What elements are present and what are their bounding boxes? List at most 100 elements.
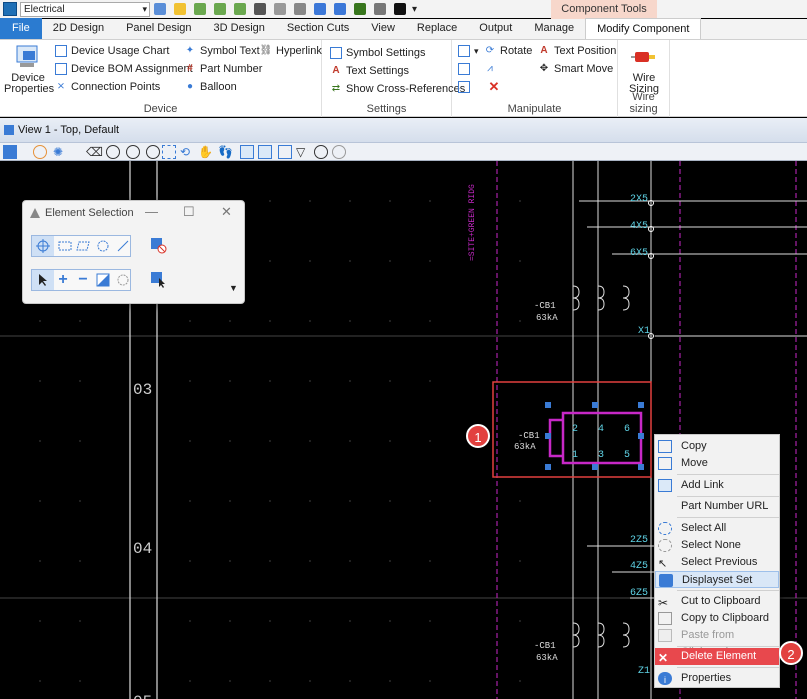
- clip-mask-icon[interactable]: ▽: [296, 145, 310, 159]
- display-style-icon[interactable]: [33, 145, 47, 159]
- view-attributes-icon[interactable]: [3, 145, 17, 159]
- menu-item-select-previous[interactable]: ↖ Select Previous: [655, 554, 779, 571]
- qat-more-icon[interactable]: ▾: [412, 4, 417, 15]
- subtract-selection-icon[interactable]: −: [72, 270, 94, 290]
- dialog-expand-icon[interactable]: ▼: [229, 283, 238, 293]
- select-cursor-icon[interactable]: [394, 3, 406, 15]
- menu-item-add-link[interactable]: Add Link: [655, 477, 779, 494]
- tab-2d-design[interactable]: 2D Design: [42, 18, 115, 39]
- part-number-button[interactable]: # Part Number: [184, 61, 262, 77]
- menu-item-paste-from-clipboard[interactable]: Paste from Clipboard: [655, 627, 779, 658]
- menu-item-delete-element[interactable]: ✕ Delete Element: [655, 648, 779, 665]
- walk-icon[interactable]: 👣: [218, 145, 233, 159]
- clear-mode-icon[interactable]: [112, 270, 134, 290]
- tab-manage[interactable]: Manage: [523, 18, 585, 39]
- link-icon: ⛓: [259, 45, 273, 56]
- quick-access-toolbar: Electrical ▾: [0, 0, 807, 18]
- new-sheet-icon[interactable]: [234, 3, 246, 15]
- save-icon[interactable]: [254, 3, 266, 15]
- tab-file[interactable]: File: [0, 18, 42, 39]
- smart-move-button[interactable]: ✥ Smart Move: [538, 61, 614, 77]
- breaker-pin-6: 6: [624, 424, 630, 435]
- menu-item-part-number-url[interactable]: Part Number URL: [655, 498, 779, 515]
- move-button[interactable]: [458, 61, 474, 77]
- mirror-button[interactable]: ▾: [458, 43, 479, 59]
- menu-item-properties[interactable]: i Properties: [655, 670, 779, 687]
- dialog-title: Element Selection: [45, 207, 134, 219]
- hyperlink-button[interactable]: ⛓ Hyperlink: [260, 43, 322, 59]
- broom-icon[interactable]: ⌫: [86, 145, 103, 159]
- previous-view-icon[interactable]: [240, 145, 254, 159]
- lighting-icon[interactable]: ✺: [53, 145, 67, 159]
- next-view-icon[interactable]: [258, 145, 272, 159]
- menu-item-copy[interactable]: Copy: [655, 438, 779, 455]
- flip-button[interactable]: ⩘: [484, 61, 500, 77]
- breaker-top-rating: 63kA: [536, 313, 558, 323]
- fit-view-icon[interactable]: [162, 145, 176, 159]
- print-preview-icon[interactable]: [374, 3, 386, 15]
- connection-points-button[interactable]: ⨯ Connection Points: [55, 79, 160, 95]
- zoom-in-icon[interactable]: [106, 145, 120, 159]
- tab-output[interactable]: Output: [468, 18, 523, 39]
- text-settings-button[interactable]: A Text Settings: [330, 63, 409, 79]
- tab-section-cuts[interactable]: Section Cuts: [276, 18, 360, 39]
- tab-view[interactable]: View: [360, 18, 406, 39]
- minimize-icon[interactable]: —: [145, 204, 158, 219]
- clip-volume-icon[interactable]: [278, 145, 292, 159]
- maximize-icon[interactable]: ☐: [183, 204, 195, 220]
- align-button[interactable]: [458, 79, 474, 95]
- rotate-view-icon[interactable]: ⟲: [180, 145, 194, 159]
- new-drawing-icon[interactable]: [214, 3, 226, 15]
- symbol-text-button[interactable]: ✦ Symbol Text: [184, 43, 260, 59]
- text-position-button[interactable]: A Text Position: [538, 43, 616, 59]
- menu-item-select-none[interactable]: Select None: [655, 537, 779, 554]
- select-all-icon: [658, 522, 672, 535]
- menu-item-copy-to-clipboard[interactable]: Copy to Clipboard: [655, 610, 779, 627]
- print-icon[interactable]: [294, 3, 306, 15]
- symbol-settings-button[interactable]: Symbol Settings: [330, 45, 425, 61]
- group-manipulate: ▾ ⟳ Rotate ⩘ ✕ A Text Position ✥ Smart Move…: [452, 40, 618, 117]
- pan-icon[interactable]: ✋: [198, 145, 213, 159]
- terminal-4z5: 4Z5: [630, 561, 648, 572]
- invert-selection-icon[interactable]: [92, 270, 114, 290]
- line-select-icon[interactable]: [112, 236, 134, 256]
- zoom-out-icon[interactable]: [126, 145, 140, 159]
- device-bom-assignment-button[interactable]: Device BOM Assignment: [55, 61, 193, 77]
- tab-panel-design[interactable]: Panel Design: [115, 18, 202, 39]
- menu-item-displayset-set[interactable]: Displayset Set: [655, 571, 779, 588]
- menu-item-move[interactable]: Move: [655, 455, 779, 472]
- menu-item-cut-to-clipboard[interactable]: ✂ Cut to Clipboard: [655, 593, 779, 610]
- individual-select-icon[interactable]: [32, 236, 54, 256]
- add-selection-icon[interactable]: +: [52, 270, 74, 290]
- delete-button[interactable]: ✕: [488, 79, 504, 95]
- redo-icon[interactable]: [334, 3, 346, 15]
- delete-x-icon: ✕: [488, 79, 500, 94]
- saved-view-icon[interactable]: [332, 145, 346, 159]
- new-icon[interactable]: [194, 3, 206, 15]
- clear-selection-icon[interactable]: [147, 235, 169, 255]
- model-icon[interactable]: [154, 3, 166, 15]
- balloon-button[interactable]: ● Balloon: [184, 79, 237, 95]
- undo-icon[interactable]: [314, 3, 326, 15]
- wire-sizing-button[interactable]: Wire Sizing: [620, 44, 668, 95]
- device-usage-chart-button[interactable]: Device Usage Chart: [55, 43, 169, 59]
- save-as-icon[interactable]: [274, 3, 286, 15]
- workspace-combo[interactable]: Electrical: [20, 1, 150, 17]
- new-selection-icon[interactable]: [32, 270, 54, 290]
- tab-modify-component[interactable]: Modify Component: [585, 18, 702, 39]
- tab-replace[interactable]: Replace: [406, 18, 468, 39]
- mirror-dropdown-icon[interactable]: ▾: [474, 46, 479, 57]
- shape-select-icon[interactable]: [72, 236, 94, 256]
- tab-3d-design[interactable]: 3D Design: [203, 18, 276, 39]
- open-icon[interactable]: [174, 3, 186, 15]
- close-icon[interactable]: ✕: [221, 204, 232, 220]
- menu-item-select-all[interactable]: Select All: [655, 520, 779, 537]
- select-all-icon[interactable]: [147, 269, 169, 289]
- circle-select-icon[interactable]: [92, 236, 114, 256]
- camera-icon[interactable]: [314, 145, 328, 159]
- rotate-button[interactable]: ⟳ Rotate: [484, 43, 533, 59]
- device-properties-button[interactable]: Device Properties: [4, 44, 54, 95]
- show-cross-references-button[interactable]: ⇄ Show Cross-References: [330, 81, 465, 97]
- window-area-icon[interactable]: [146, 145, 160, 159]
- pin-icon[interactable]: [354, 3, 366, 15]
